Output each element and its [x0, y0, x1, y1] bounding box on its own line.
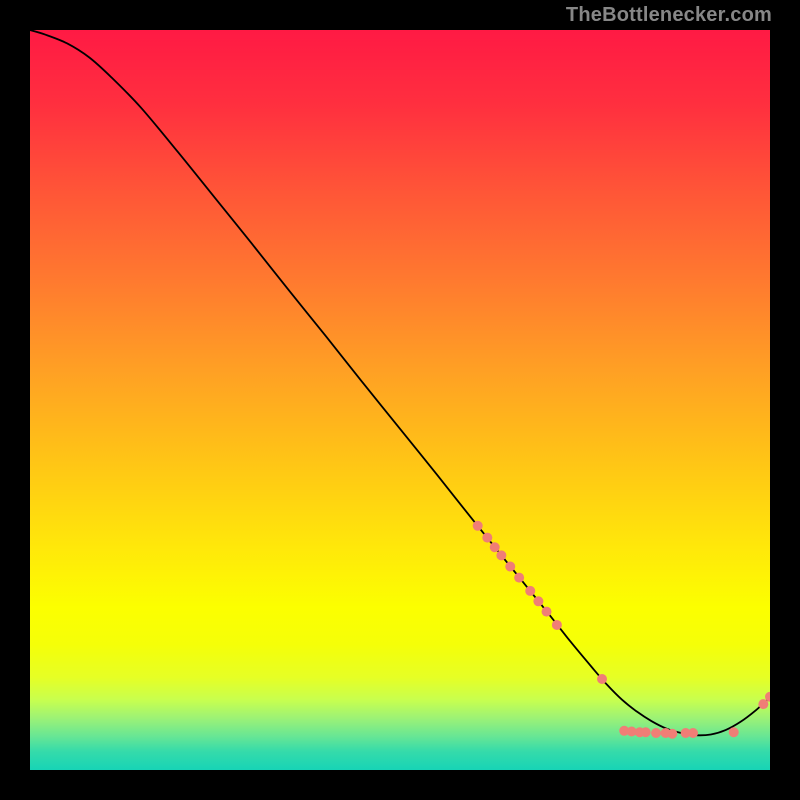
data-point	[651, 728, 661, 738]
bottleneck-curve	[30, 30, 770, 735]
watermark-text: TheBottlenecker.com	[566, 4, 772, 27]
data-point	[758, 699, 768, 709]
data-point	[597, 674, 607, 684]
chart-frame: TheBottlenecker.com	[0, 0, 800, 800]
data-point	[514, 573, 524, 583]
data-point	[496, 550, 506, 560]
data-point	[505, 562, 515, 572]
data-point	[729, 727, 739, 737]
data-point	[667, 729, 677, 739]
data-point	[688, 728, 698, 738]
data-point	[473, 521, 483, 531]
data-point	[482, 533, 492, 543]
data-point	[490, 542, 500, 552]
curve-layer	[30, 30, 770, 770]
data-point	[525, 586, 535, 596]
data-point	[641, 727, 651, 737]
data-point	[533, 596, 543, 606]
data-point	[542, 607, 552, 617]
plot-area	[30, 30, 770, 770]
data-point	[552, 620, 562, 630]
data-points	[473, 521, 770, 739]
